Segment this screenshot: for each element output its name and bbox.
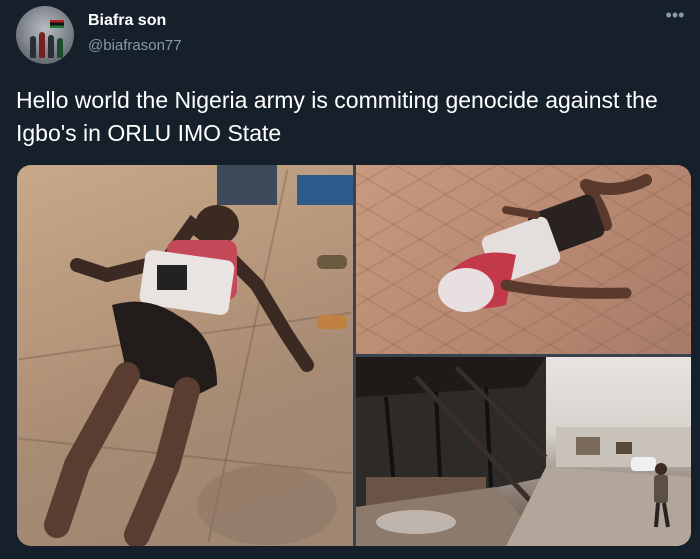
- photo-2-scene: [438, 174, 652, 312]
- photo-3-scene: [356, 357, 691, 546]
- more-options-icon[interactable]: •••: [660, 6, 690, 32]
- photo-1-scene: [44, 165, 353, 546]
- user-handle[interactable]: @biafrason77: [88, 37, 182, 54]
- person-figure: [39, 32, 45, 58]
- tweet-text: Hello world the Nigeria army is commitin…: [16, 87, 658, 146]
- photo-2[interactable]: [356, 165, 691, 354]
- avatar[interactable]: [16, 6, 74, 64]
- photo-3[interactable]: [356, 357, 691, 546]
- display-name[interactable]: Biafra son: [88, 12, 166, 30]
- photo-1[interactable]: [17, 165, 353, 546]
- person-figure: [57, 38, 63, 58]
- media-grid: [17, 165, 691, 546]
- tweet: Biafra son @biafrason77 ••• Hello world …: [0, 0, 700, 559]
- person-figure: [48, 35, 54, 58]
- person-figure: [30, 36, 36, 58]
- flag-icon: [50, 20, 64, 28]
